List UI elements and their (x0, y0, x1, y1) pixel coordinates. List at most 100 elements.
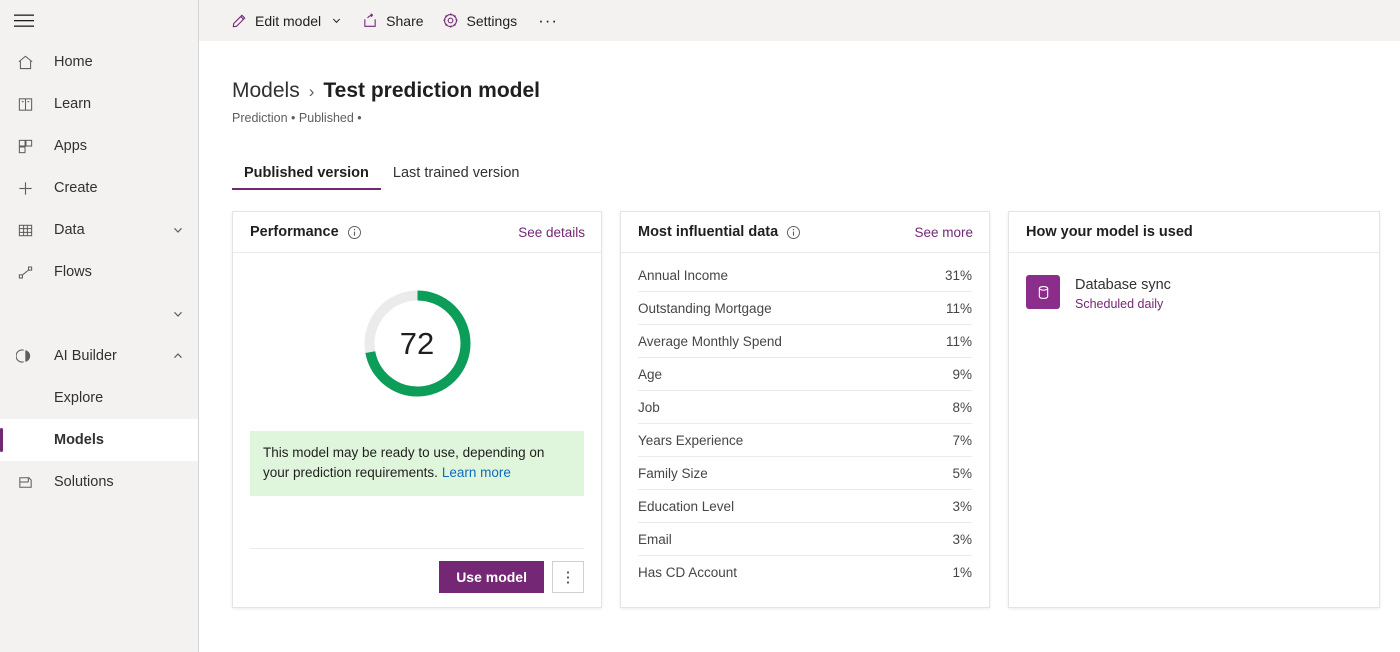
share-label: Share (386, 13, 423, 29)
tab-published-version[interactable]: Published version (232, 165, 381, 190)
see-more-link[interactable]: See more (914, 225, 973, 240)
table-row: Family Size 5% (638, 457, 972, 490)
usage-card-header: How your model is used (1009, 212, 1379, 253)
sidebar-item-ai-builder[interactable]: AI Builder (0, 335, 198, 377)
influence-percent: 11% (946, 334, 972, 349)
usage-item-text: Database sync Scheduled daily (1075, 275, 1171, 311)
info-icon[interactable] (347, 225, 362, 240)
share-icon (361, 12, 379, 30)
sidebar-item-learn[interactable]: Learn (0, 83, 198, 125)
sidebar-item-label: Learn (54, 96, 91, 112)
usage-card-title: How your model is used (1026, 224, 1193, 240)
usage-item-title: Database sync (1075, 277, 1171, 293)
cards-row: Performance See details (232, 211, 1400, 608)
page-content: Models › Test prediction model Predictio… (199, 79, 1400, 608)
chevron-down-icon[interactable] (170, 222, 186, 238)
plus-icon (13, 178, 37, 198)
sidebar-item-solutions[interactable]: Solutions (0, 461, 198, 503)
influence-name: Family Size (638, 466, 952, 481)
use-model-button[interactable]: Use model (439, 561, 544, 593)
sidebar-item-label: Data (54, 222, 85, 238)
table-row: Annual Income 31% (638, 259, 972, 292)
info-icon[interactable] (786, 225, 801, 240)
table-row: Job 8% (638, 391, 972, 424)
influence-name: Job (638, 400, 952, 415)
influence-percent: 7% (952, 433, 972, 448)
list-item[interactable]: Database sync Scheduled daily (1026, 275, 1362, 311)
table-row: Has CD Account 1% (638, 556, 972, 589)
table-row: Education Level 3% (638, 490, 972, 523)
version-tabs: Published version Last trained version (232, 155, 1400, 190)
sidebar-item-label: Flows (54, 264, 92, 280)
breadcrumb-parent-link[interactable]: Models (232, 79, 300, 103)
table-row: Age 9% (638, 358, 972, 391)
influence-percent: 1% (952, 565, 972, 580)
table-row: Email 3% (638, 523, 972, 556)
see-details-link[interactable]: See details (518, 225, 585, 240)
chevron-down-icon[interactable] (170, 306, 186, 322)
performance-card: Performance See details (232, 211, 602, 608)
sidebar-item-label: Home (54, 54, 93, 70)
influence-name: Email (638, 532, 952, 547)
influence-name: Average Monthly Spend (638, 334, 946, 349)
readiness-message: This model may be ready to use, dependin… (250, 431, 584, 496)
sidebar-item-label: Solutions (54, 474, 114, 490)
influence-name: Annual Income (638, 268, 945, 283)
learn-more-link[interactable]: Learn more (442, 465, 511, 480)
performance-card-header: Performance See details (233, 212, 601, 253)
chevron-down-icon[interactable] (329, 14, 343, 28)
edit-model-button[interactable]: Edit model (221, 0, 352, 41)
settings-label: Settings (467, 13, 518, 29)
sidebar-item-models[interactable]: Models (0, 419, 198, 461)
most-influential-data-card: Most influential data See more (620, 211, 990, 608)
sidebar-item-explore[interactable]: Explore (0, 377, 198, 419)
influence-percent: 11% (946, 301, 972, 316)
breadcrumb: Models › Test prediction model (232, 79, 1400, 103)
pencil-icon (230, 12, 248, 30)
influence-percent: 9% (952, 367, 972, 382)
influence-name: Years Experience (638, 433, 952, 448)
tab-last-trained-version[interactable]: Last trained version (381, 165, 532, 190)
edit-model-label: Edit model (255, 13, 321, 29)
sidebar-item-create[interactable]: Create (0, 167, 198, 209)
share-button[interactable]: Share (352, 0, 432, 41)
influence-percent: 5% (952, 466, 972, 481)
influence-percent: 3% (952, 499, 972, 514)
overflow-menu-button[interactable]: ··· (526, 0, 570, 41)
influence-name: Has CD Account (638, 565, 952, 580)
hamburger-icon[interactable] (0, 0, 48, 41)
performance-card-footer: Use model ⋮ (250, 548, 584, 607)
influential-data-list: Annual Income 31% Outstanding Mortgage 1… (638, 253, 972, 589)
database-icon (1026, 275, 1060, 309)
more-options-button[interactable]: ⋮ (552, 561, 584, 593)
sidebar-item-data[interactable]: Data (0, 209, 198, 251)
sidebar-item-collapse-group[interactable] (0, 293, 198, 335)
home-icon (13, 52, 37, 72)
sidebar-item-apps[interactable]: Apps (0, 125, 198, 167)
sidebar-nav: Home Learn (0, 41, 198, 503)
influence-percent: 8% (952, 400, 972, 415)
sidebar: Home Learn (0, 0, 199, 652)
ai-builder-icon (13, 346, 37, 366)
main-content: Edit model Share (199, 0, 1400, 652)
sidebar-item-home[interactable]: Home (0, 41, 198, 83)
settings-button[interactable]: Settings (433, 0, 527, 41)
influence-name: Age (638, 367, 952, 382)
solutions-icon (13, 472, 37, 492)
model-subtitle: Prediction • Published • (232, 111, 1400, 125)
model-usage-card: How your model is used Database (1008, 211, 1380, 608)
chevron-up-icon[interactable] (170, 348, 186, 364)
influence-percent: 31% (945, 268, 972, 283)
influence-percent: 3% (952, 532, 972, 547)
table-row: Outstanding Mortgage 11% (638, 292, 972, 325)
performance-gauge: 72 (250, 287, 584, 400)
performance-card-title: Performance (250, 224, 339, 240)
usage-card-body: Database sync Scheduled daily (1009, 253, 1379, 311)
sidebar-item-flows[interactable]: Flows (0, 251, 198, 293)
gauge-value: 72 (361, 287, 474, 400)
sidebar-item-label: Models (54, 432, 104, 448)
influential-card-title: Most influential data (638, 224, 778, 240)
performance-card-body: 72 This model may be ready to use, depen… (233, 253, 601, 548)
app-root: Home Learn (0, 0, 1400, 652)
sidebar-item-label: Apps (54, 138, 87, 154)
